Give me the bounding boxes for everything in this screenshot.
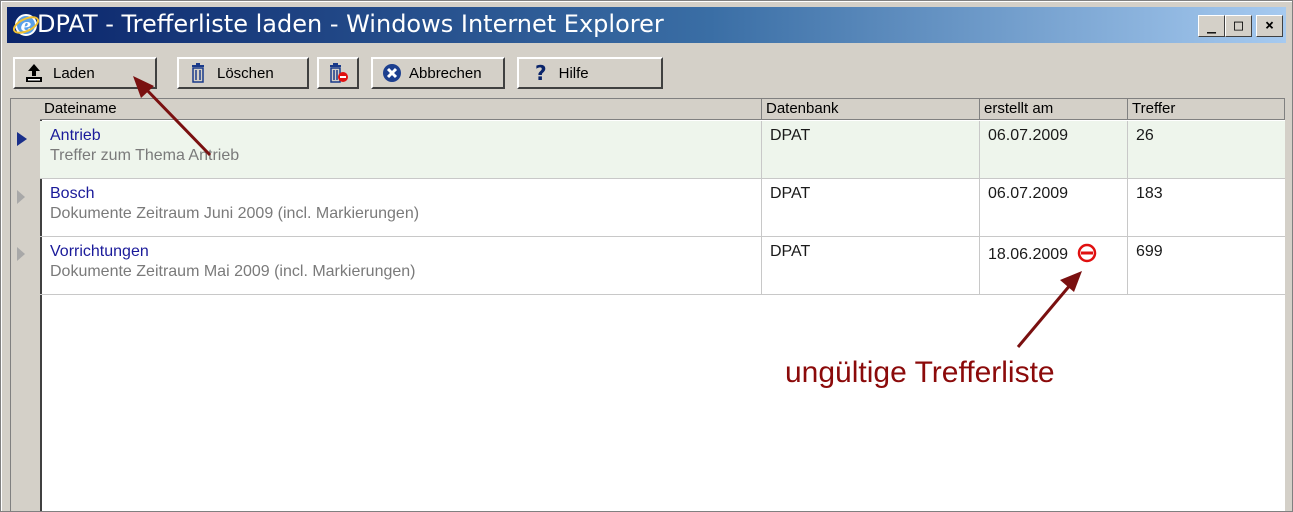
list-name: Vorrichtungen — [50, 243, 149, 260]
hits-cell: 699 — [1136, 243, 1163, 260]
list-name: Bosch — [50, 185, 95, 202]
column-header-created[interactable]: erstellt am — [980, 99, 1128, 120]
row-pointer-icon — [17, 247, 25, 261]
filename-cell: Bosch Dokumente Zeitraum Juni 2009 (incl… — [40, 179, 762, 236]
delete-invalid-button[interactable] — [317, 57, 359, 89]
filename-cell: Vorrichtungen Dokumente Zeitraum Mai 200… — [40, 237, 762, 294]
filename-cell: Antrieb Treffer zum Thema Antrieb — [40, 121, 762, 178]
list-description: Dokumente Zeitraum Juni 2009 (incl. Mark… — [50, 205, 420, 222]
database-cell: DPAT — [762, 237, 980, 294]
cancel-button-label: Abbrechen — [409, 64, 482, 82]
list-description: Dokumente Zeitraum Mai 2009 (incl. Marki… — [50, 263, 416, 280]
window-title: DPAT - Trefferliste laden - Windows Inte… — [37, 10, 664, 38]
row-pointer-icon — [17, 132, 27, 146]
minimize-button[interactable]: _ — [1198, 15, 1225, 37]
table-row[interactable]: Bosch Dokumente Zeitraum Juni 2009 (incl… — [40, 179, 1285, 237]
annotation-label: ungültige Trefferliste — [785, 356, 1055, 389]
created-date: 18.06.2009 — [988, 246, 1069, 263]
created-cell: 18.06.2009 — [980, 237, 1128, 294]
internet-explorer-icon: e — [13, 14, 39, 36]
toolbar: Laden Löschen Abbrechen ? Hilfe — [9, 53, 1285, 91]
created-cell: 06.07.2009 — [980, 121, 1128, 178]
row-indicator-column — [11, 99, 42, 511]
invalid-icon — [1077, 243, 1096, 263]
browser-window: e DPAT - Trefferliste laden - Windows In… — [0, 0, 1293, 512]
column-header-hits[interactable]: Treffer — [1128, 99, 1285, 120]
cancel-button[interactable]: Abbrechen — [371, 57, 505, 89]
database-cell: DPAT — [762, 179, 980, 236]
trash-icon — [192, 63, 204, 83]
table-row[interactable]: Vorrichtungen Dokumente Zeitraum Mai 200… — [40, 237, 1285, 295]
row-pointer-icon — [17, 190, 25, 204]
load-button-label: Laden — [53, 64, 95, 82]
database-cell: DPAT — [762, 121, 980, 178]
help-button-label: Hilfe — [558, 64, 589, 82]
delete-button-label: Löschen — [217, 64, 274, 82]
cancel-icon — [383, 64, 401, 82]
title-bar[interactable]: e DPAT - Trefferliste laden - Windows In… — [7, 7, 1286, 43]
hit-list-table: Dateiname Datenbank erstellt am Treffer … — [10, 98, 1285, 511]
maximize-button[interactable]: □ — [1225, 15, 1252, 37]
trash-remove-icon — [330, 63, 348, 83]
help-icon: ? — [535, 61, 547, 85]
help-button[interactable]: ? Hilfe — [517, 57, 663, 89]
delete-button[interactable]: Löschen — [177, 57, 309, 89]
list-name: Antrieb — [50, 127, 101, 144]
list-description: Treffer zum Thema Antrieb — [50, 147, 240, 164]
load-button[interactable]: Laden — [13, 57, 157, 89]
hits-cell: 183 — [1136, 185, 1163, 202]
created-cell: 06.07.2009 — [980, 179, 1128, 236]
column-header-database[interactable]: Datenbank — [762, 99, 980, 120]
column-header-filename[interactable]: Dateiname — [40, 99, 762, 120]
close-button[interactable]: × — [1256, 15, 1283, 37]
table-row[interactable]: Antrieb Treffer zum Thema Antrieb DPAT 0… — [40, 121, 1285, 179]
hits-cell: 26 — [1136, 127, 1154, 144]
upload-icon — [26, 64, 42, 82]
